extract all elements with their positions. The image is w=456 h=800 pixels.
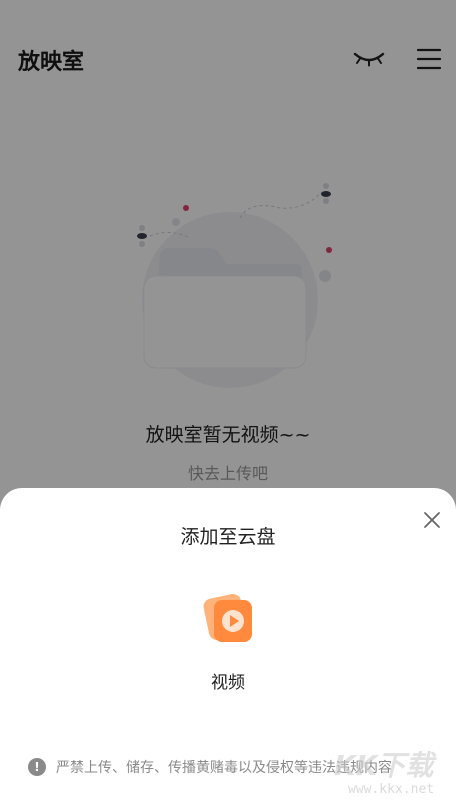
video-upload-option[interactable]: 视频 xyxy=(188,588,268,698)
watermark-text: KK下载 xyxy=(334,749,434,782)
add-to-cloud-sheet: 添加至云盘 视频 ! 严禁上传、储存、传播黄赌毒以及侵权等违法违规内容 KK下载… xyxy=(0,488,456,800)
video-option-label: 视频 xyxy=(211,673,245,693)
watermark-url: www.kkx.net xyxy=(348,782,435,797)
sheet-title: 添加至云盘 xyxy=(180,526,276,548)
exclamation-icon: ! xyxy=(28,758,46,776)
video-play-icon xyxy=(200,592,260,648)
site-watermark: KK下载 www.kkx.net xyxy=(330,742,456,800)
close-icon[interactable] xyxy=(420,508,444,532)
